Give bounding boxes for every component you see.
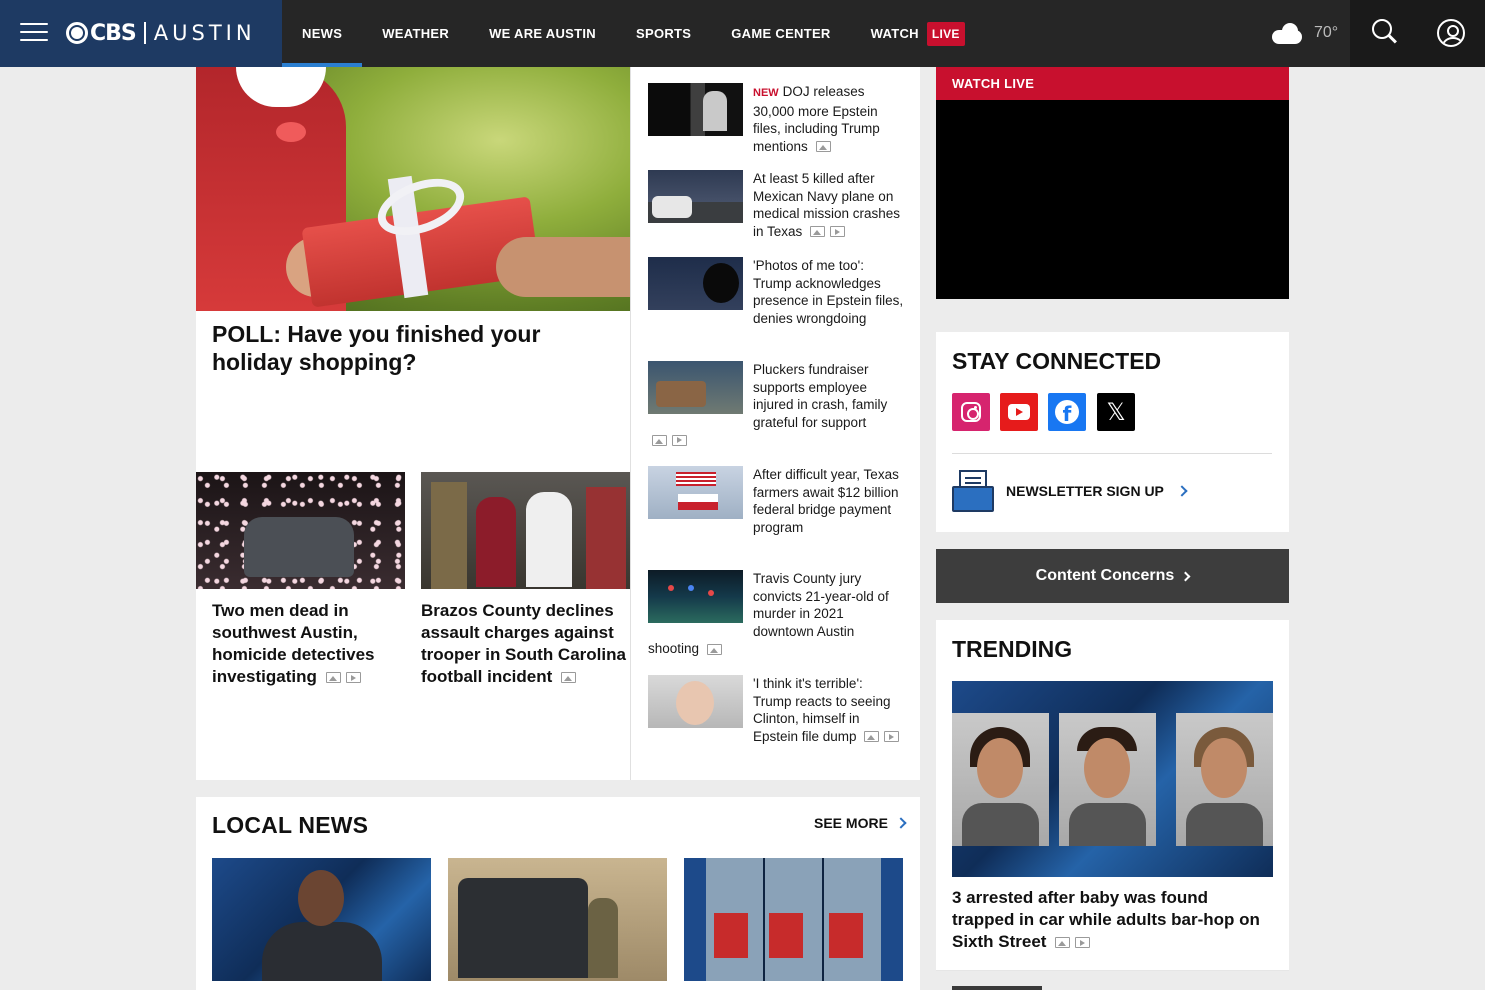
story-thumbnail: [196, 472, 405, 589]
live-badge: LIVE: [926, 21, 965, 46]
video-icon: [884, 731, 900, 743]
site-logo[interactable]: CBS AUSTIN: [66, 16, 256, 50]
story-card[interactable]: Two men dead in southwest Austin, homici…: [196, 472, 405, 688]
local-news-heading: LOCAL NEWS: [212, 812, 369, 838]
trending-image[interactable]: [952, 681, 1273, 877]
nav-item-watch[interactable]: WATCH LIVE: [851, 0, 985, 67]
video-icon: [1075, 937, 1091, 949]
nav-item-news[interactable]: NEWS: [282, 0, 363, 67]
instagram-button[interactable]: [952, 393, 990, 431]
local-news-thumbnail[interactable]: [212, 858, 431, 981]
weather-widget[interactable]: 70°: [1270, 20, 1338, 46]
list-item[interactable]: At least 5 killed after Mexican Navy pla…: [648, 170, 904, 240]
list-item-thumbnail: [648, 170, 743, 223]
menu-icon[interactable]: [20, 23, 48, 43]
list-item[interactable]: 'Photos of me too': Trump acknowledges p…: [648, 257, 904, 327]
list-item[interactable]: Pluckers fundraiser supports employee in…: [648, 361, 904, 449]
newsletter-label: NEWSLETTER SIGN UP: [1006, 483, 1164, 499]
header-actions: [1350, 0, 1485, 67]
video-icon: [672, 434, 687, 446]
list-item-thumbnail: [648, 361, 743, 414]
facebook-icon: f: [1055, 400, 1079, 424]
content-concerns-button[interactable]: Content Concerns: [936, 549, 1289, 603]
x-button[interactable]: 𝕏: [1097, 393, 1135, 431]
watch-live-header: WATCH LIVE: [936, 67, 1289, 100]
list-item[interactable]: After difficult year, Texas farmers awai…: [648, 466, 904, 536]
hero-headline[interactable]: POLL: Have you finished your holiday sho…: [212, 320, 612, 376]
nav-item-sports[interactable]: SPORTS: [616, 0, 711, 67]
new-badge: NEW: [753, 87, 779, 99]
x-icon: 𝕏: [1106, 398, 1126, 426]
nav-item-weather[interactable]: WEATHER: [362, 0, 469, 67]
chevron-right-icon: [1176, 485, 1188, 497]
instagram-icon: [961, 402, 981, 422]
trending-headline[interactable]: 3 arrested after baby was found trapped …: [952, 887, 1274, 953]
brand-block: CBS AUSTIN: [0, 0, 282, 67]
live-video-player[interactable]: [936, 100, 1289, 299]
list-item-thumbnail: [648, 83, 743, 136]
list-item-thumbnail: [648, 570, 743, 623]
list-item[interactable]: NEW DOJ releases 30,000 more Epstein file…: [648, 83, 904, 155]
gallery-icon: [652, 434, 667, 446]
local-news-thumbnail[interactable]: [684, 858, 903, 981]
gallery-icon: [706, 643, 722, 655]
temperature: 70°: [1314, 24, 1339, 41]
nav-item-we-are-austin[interactable]: WE ARE AUSTIN: [469, 0, 616, 67]
local-news-thumbnail[interactable]: [448, 858, 667, 981]
gallery-icon: [815, 141, 831, 153]
list-item[interactable]: Travis County jury convicts 21-year-old …: [648, 570, 904, 658]
list-item-thumbnail: [648, 466, 743, 519]
logo-city-name: AUSTIN: [153, 21, 256, 45]
story-title: Brazos County declines assault charges a…: [421, 601, 626, 686]
search-icon[interactable]: [1372, 19, 1398, 45]
gallery-icon: [810, 226, 826, 238]
trending-next-thumbnail[interactable]: [952, 986, 1042, 990]
video-icon: [830, 226, 846, 238]
story-title: Two men dead in southwest Austin, homici…: [212, 601, 375, 686]
youtube-icon: [1008, 404, 1030, 420]
gallery-icon: [561, 672, 577, 684]
video-icon: [345, 672, 361, 684]
hero-image[interactable]: [196, 67, 630, 311]
gallery-icon: [1055, 937, 1071, 949]
newsletter-envelope-icon: [952, 470, 994, 512]
list-item[interactable]: 'I think it's terrible': Trump reacts to…: [648, 675, 904, 745]
stay-connected-heading: STAY CONNECTED: [952, 348, 1162, 374]
nav-item-watch-label: WATCH: [870, 26, 919, 41]
newsletter-signup-link[interactable]: NEWSLETTER SIGN UP: [952, 470, 1188, 512]
youtube-button[interactable]: [1000, 393, 1038, 431]
see-more-link[interactable]: SEE MORE: [814, 815, 907, 831]
nav-item-game-center[interactable]: GAME CENTER: [711, 0, 850, 67]
trending-heading: TRENDING: [952, 636, 1073, 662]
facebook-button[interactable]: f: [1048, 393, 1086, 431]
chevron-right-icon: [895, 817, 907, 829]
account-icon[interactable]: [1437, 19, 1465, 47]
cloud-icon: [1270, 20, 1306, 46]
list-item-thumbnail: [648, 257, 743, 310]
story-thumbnail: [421, 472, 630, 589]
gallery-icon: [325, 672, 341, 684]
logo-brand-name: CBS: [90, 20, 137, 46]
main-nav: NEWS WEATHER WE ARE AUSTIN SPORTS GAME C…: [282, 0, 985, 67]
list-item-thumbnail: [648, 675, 743, 728]
gallery-icon: [864, 731, 880, 743]
cbs-eye-icon: [66, 22, 88, 44]
chevron-right-icon: [1180, 571, 1191, 581]
story-card[interactable]: Brazos County declines assault charges a…: [421, 472, 630, 688]
